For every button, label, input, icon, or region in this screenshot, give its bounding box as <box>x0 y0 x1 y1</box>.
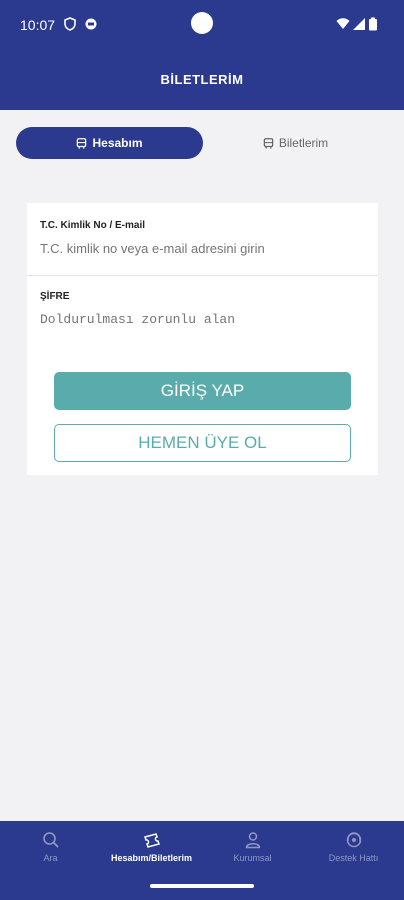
status-time: 10:07 <box>20 17 56 33</box>
tab-label: Hesabım <box>92 136 143 150</box>
status-bar: 10:07 <box>0 0 404 50</box>
tab-biletlerim[interactable]: Biletlerim <box>203 127 388 159</box>
segment-tabs: Hesabım Biletlerim <box>16 127 388 159</box>
tc-field: T.C. Kimlik No / E-mail <box>27 220 378 276</box>
bottom-nav: Ara Hesabım/Biletlerim Kurumsal Destek H… <box>0 821 404 900</box>
tc-input[interactable] <box>40 241 360 256</box>
shield-icon <box>64 17 76 31</box>
bus-icon <box>77 137 87 149</box>
password-input[interactable] <box>40 312 360 327</box>
camera-cutout <box>191 12 213 34</box>
person-icon <box>245 832 260 849</box>
battery-icon <box>369 17 377 31</box>
support-icon <box>346 832 361 848</box>
signup-button[interactable]: HEMEN ÜYE OL <box>54 424 351 462</box>
bus-icon <box>263 137 274 149</box>
nav-label: Ara <box>43 853 58 863</box>
tc-label: T.C. Kimlik No / E-mail <box>40 220 146 231</box>
login-card: T.C. Kimlik No / E-mail ŞİFRE GİRİŞ YAP … <box>27 203 378 475</box>
nav-label: Kurumsal <box>233 853 272 863</box>
ticket-icon <box>143 833 160 848</box>
nav-label: Destek Hattı <box>328 853 379 863</box>
login-button[interactable]: GİRİŞ YAP <box>54 372 351 410</box>
nav-item-hesabim-biletlerim[interactable]: Hesabım/Biletlerim <box>101 821 202 877</box>
nav-item-destek-hatti[interactable]: Destek Hattı <box>303 821 404 877</box>
wifi-icon <box>336 18 350 29</box>
home-indicator[interactable] <box>150 884 254 888</box>
nav-item-kurumsal[interactable]: Kurumsal <box>202 821 303 877</box>
password-field: ŞİFRE <box>27 291 378 327</box>
app-notification-icon <box>85 18 97 30</box>
tab-hesabim[interactable]: Hesabım <box>16 127 203 159</box>
app-header: 10:07 BİLETLERİM <box>0 0 404 110</box>
nav-label: Hesabım/Biletlerim <box>110 853 193 863</box>
signal-icon <box>353 18 365 30</box>
password-label: ŞİFRE <box>40 291 70 302</box>
tab-label: Biletlerim <box>278 136 329 150</box>
nav-item-ara[interactable]: Ara <box>0 821 101 877</box>
page-title: BİLETLERİM <box>160 72 244 87</box>
search-icon <box>42 832 59 848</box>
